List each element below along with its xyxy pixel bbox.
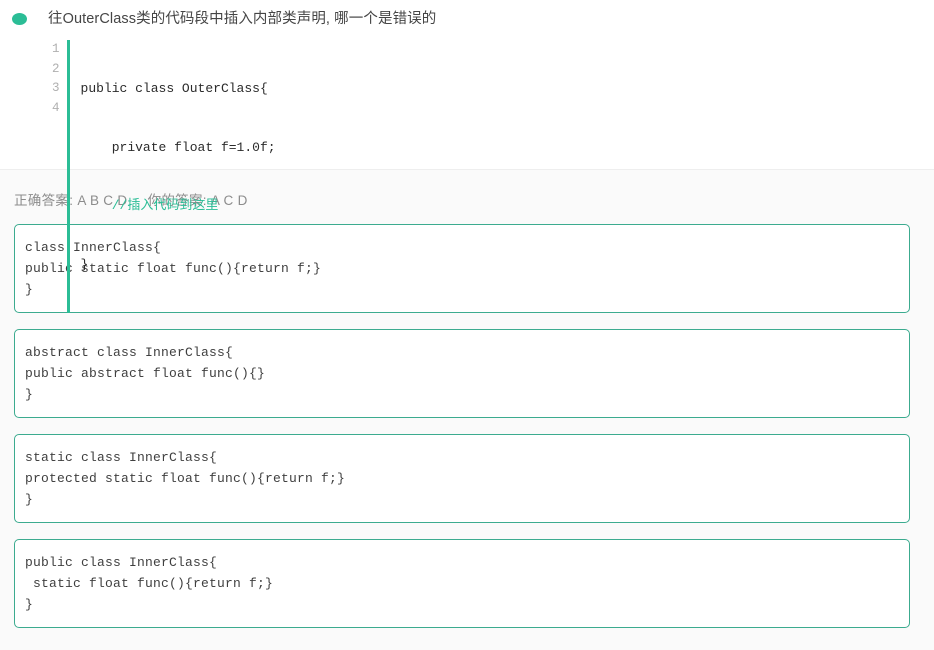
status-dot-icon (12, 13, 27, 25)
option-code-b: abstract class InnerClass{ public abstra… (25, 342, 899, 405)
option-item-b[interactable]: abstract class InnerClass{ public abstra… (14, 329, 910, 418)
code-line: public class OuterClass{ (81, 79, 276, 99)
code-line-number: 2 (52, 60, 60, 80)
code-line-number: 1 (52, 40, 60, 60)
code-line: } (81, 255, 276, 275)
question-code-block: 1 2 3 4 public class OuterClass{ private… (52, 40, 934, 313)
code-line-numbers: 1 2 3 4 (52, 40, 70, 313)
question-header: 往OuterClass类的代码段中插入内部类声明, 哪一个是错误的 (0, 0, 934, 29)
code-line-comment: //插入代码到这里 (81, 196, 276, 216)
code-line: private float f=1.0f; (81, 138, 276, 158)
option-item-c[interactable]: static class InnerClass{ protected stati… (14, 434, 910, 523)
code-line-number: 4 (52, 99, 60, 119)
code-line-number: 3 (52, 79, 60, 99)
option-code-d: public class InnerClass{ static float fu… (25, 552, 899, 615)
code-content: public class OuterClass{ private float f… (70, 40, 276, 313)
option-item-d[interactable]: public class InnerClass{ static float fu… (14, 539, 910, 628)
question-title: 往OuterClass类的代码段中插入内部类声明, 哪一个是错误的 (48, 9, 436, 29)
option-code-c: static class InnerClass{ protected stati… (25, 447, 899, 510)
question-section: 往OuterClass类的代码段中插入内部类声明, 哪一个是错误的 1 2 3 … (0, 0, 934, 170)
